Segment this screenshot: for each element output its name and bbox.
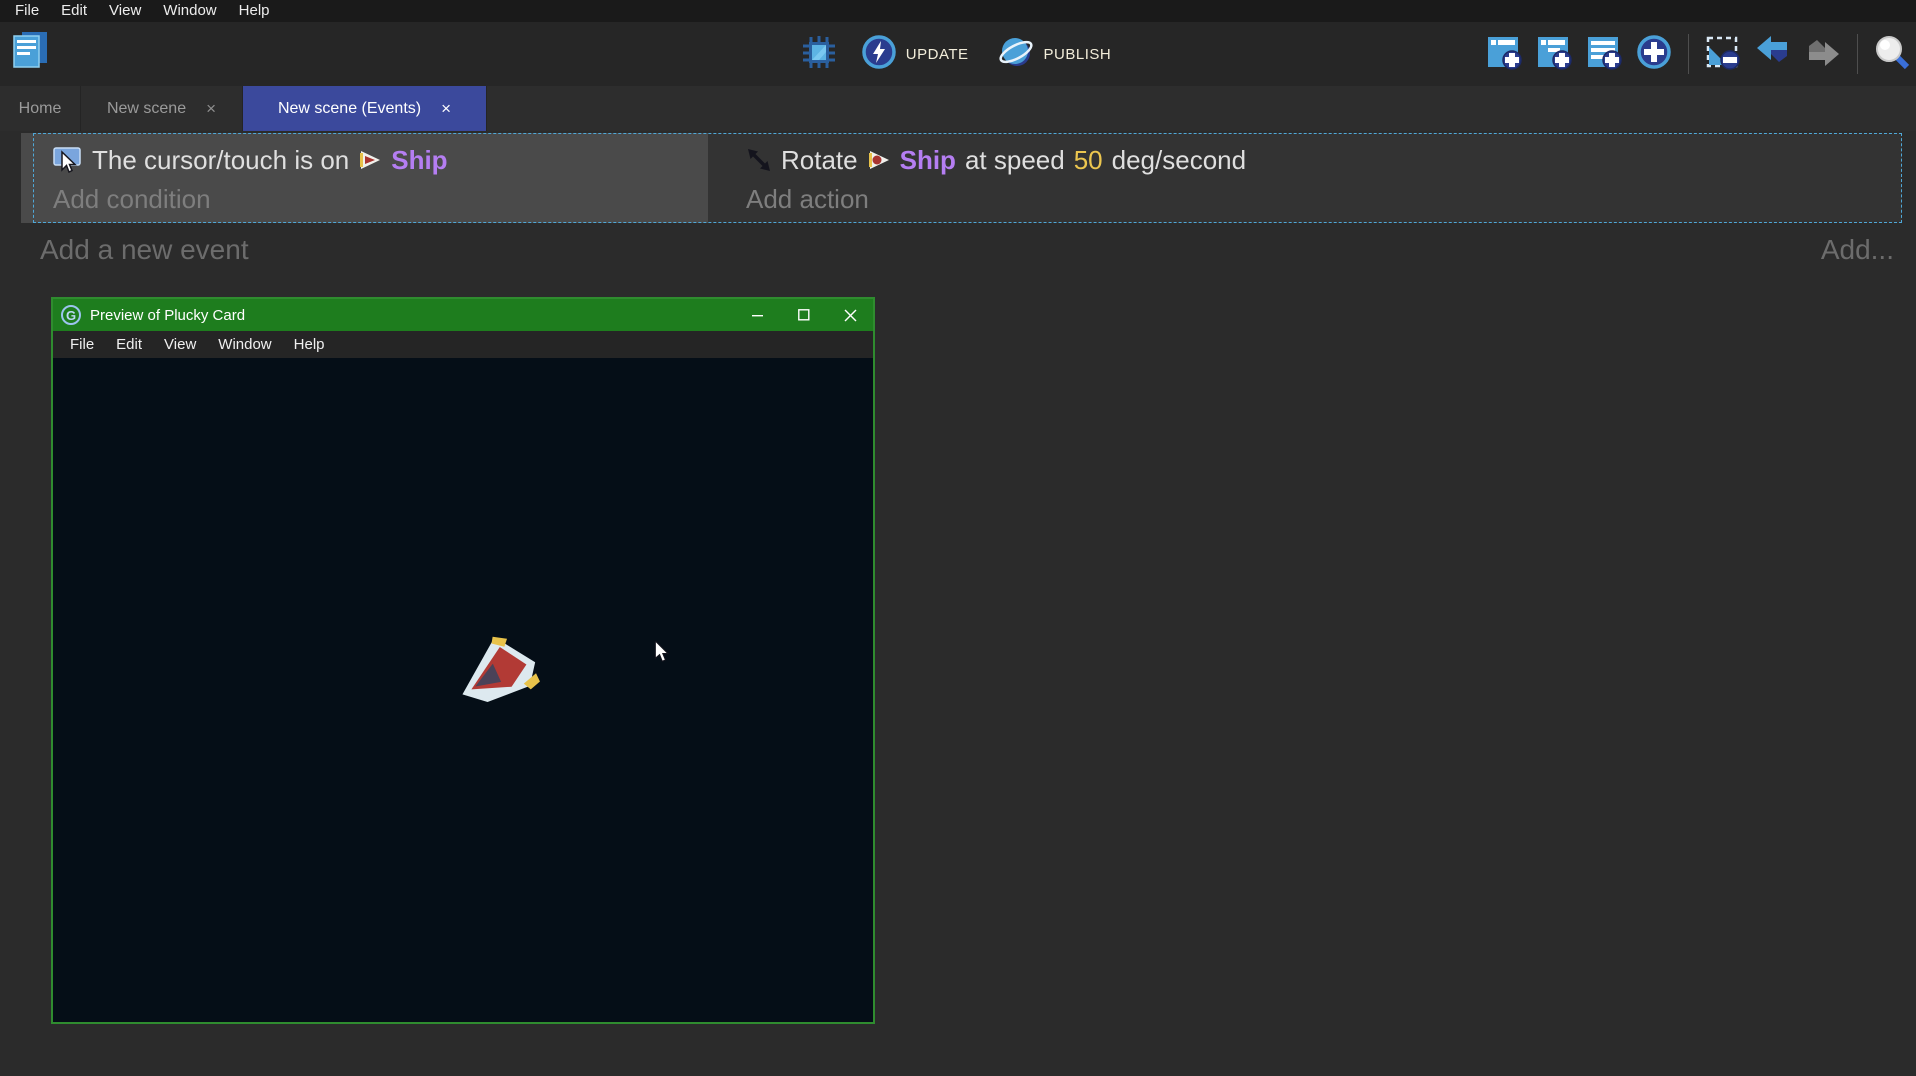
undo-icon (1754, 33, 1792, 76)
action-speed-value[interactable]: 50 (1074, 145, 1103, 176)
add-subevent-button[interactable] (1534, 34, 1574, 74)
cursor-on-object-icon (53, 147, 83, 173)
undo-button[interactable] (1753, 34, 1793, 74)
remove-event-button[interactable] (1703, 34, 1743, 74)
publish-button[interactable]: PUBLISH (991, 29, 1118, 80)
preview-window-title: Preview of Plucky Card (90, 307, 735, 324)
add-comment-button[interactable] (1584, 34, 1624, 74)
menu-help[interactable]: Help (228, 0, 281, 22)
preview-window: G Preview of Plucky Card File Edit (51, 297, 875, 1024)
add-new-event-row: Add a new event Add... (40, 234, 1894, 266)
gdevelop-window: File Edit View Window Help (0, 0, 1916, 1076)
update-button[interactable]: UPDATE (855, 30, 975, 79)
preview-menubar: File Edit View Window Help (53, 331, 873, 358)
condition-object-name: Ship (391, 145, 447, 176)
update-lightning-icon (861, 34, 897, 75)
menu-file[interactable]: File (4, 0, 50, 22)
debug-icon (800, 33, 838, 76)
mouse-cursor-icon (653, 641, 671, 670)
events-sheet: The cursor/touch is on Ship Add conditio… (0, 131, 1916, 1076)
redo-button[interactable] (1803, 34, 1843, 74)
action-sentence[interactable]: Rotate Ship at speed 50 deg/second (708, 133, 1902, 179)
search-icon (1873, 33, 1911, 76)
tab-close-icon[interactable]: × (206, 99, 216, 119)
toolbar-separator (1688, 34, 1689, 74)
game-canvas[interactable] (53, 358, 873, 1022)
preview-titlebar[interactable]: G Preview of Plucky Card (53, 299, 873, 331)
event-conditions-column[interactable]: The cursor/touch is on Ship Add conditio… (21, 133, 708, 223)
publish-label: PUBLISH (1044, 46, 1112, 63)
preview-menu-file[interactable]: File (59, 336, 105, 353)
tab-home-label: Home (19, 100, 62, 118)
tab-home[interactable]: Home (0, 86, 81, 131)
add-comment-icon (1585, 33, 1623, 76)
tab-bar: Home New scene × New scene (Events) × (0, 86, 1916, 131)
action-object-name: Ship (900, 145, 956, 176)
tab-new-scene-label: New scene (107, 100, 186, 118)
add-condition-label: Add condition (53, 184, 211, 215)
menu-view[interactable]: View (98, 0, 152, 22)
add-condition-button[interactable]: Add condition (21, 179, 708, 219)
add-new-event-button[interactable]: Add a new event (40, 234, 249, 266)
add-other-event-icon (1635, 33, 1673, 76)
menu-window[interactable]: Window (152, 0, 227, 22)
add-action-label: Add action (746, 184, 869, 215)
ship-sprite (444, 616, 552, 722)
main-toolbar: UPDATE PUBLISH (0, 22, 1916, 86)
rotate-icon (746, 147, 772, 173)
toolbar-separator (1857, 34, 1858, 74)
add-other-event-button[interactable] (1634, 34, 1674, 74)
add-more-button[interactable]: Add... (1821, 234, 1894, 266)
main-menubar: File Edit View Window Help (0, 0, 1916, 22)
maximize-button[interactable] (781, 299, 827, 331)
tab-new-scene-events[interactable]: New scene (Events) × (243, 86, 487, 131)
event-actions-column[interactable]: Rotate Ship at speed 50 deg/second Add (708, 133, 1902, 223)
menu-edit[interactable]: Edit (50, 0, 98, 22)
minimize-button[interactable] (735, 299, 781, 331)
tab-new-scene[interactable]: New scene × (81, 86, 243, 131)
toolbar-right (1484, 22, 1912, 86)
ship-object-icon (358, 149, 382, 171)
action-unit: deg/second (1112, 145, 1246, 176)
add-subevent-icon (1535, 33, 1573, 76)
tab-new-scene-events-label: New scene (Events) (278, 100, 421, 118)
event-row[interactable]: The cursor/touch is on Ship Add conditio… (21, 133, 1902, 223)
ship-object-icon (867, 149, 891, 171)
gdevelop-logo-icon: G (61, 305, 81, 325)
condition-text: The cursor/touch is on (92, 145, 349, 176)
tab-close-icon[interactable]: × (441, 99, 451, 119)
action-text: at speed (965, 145, 1065, 176)
preview-menu-view[interactable]: View (153, 336, 207, 353)
publish-planet-icon (997, 33, 1035, 76)
add-action-button[interactable]: Add action (708, 179, 1902, 219)
action-verb: Rotate (781, 145, 858, 176)
update-label: UPDATE (906, 46, 969, 63)
redo-icon (1804, 33, 1842, 76)
preview-menu-edit[interactable]: Edit (105, 336, 153, 353)
debug-button[interactable] (799, 34, 839, 74)
remove-event-icon (1704, 33, 1742, 76)
close-button[interactable] (827, 299, 873, 331)
add-event-button[interactable] (1484, 34, 1524, 74)
search-events-button[interactable] (1872, 34, 1912, 74)
condition-sentence[interactable]: The cursor/touch is on Ship (21, 133, 708, 179)
preview-menu-help[interactable]: Help (283, 336, 336, 353)
preview-menu-window[interactable]: Window (207, 336, 282, 353)
add-event-icon (1485, 33, 1523, 76)
